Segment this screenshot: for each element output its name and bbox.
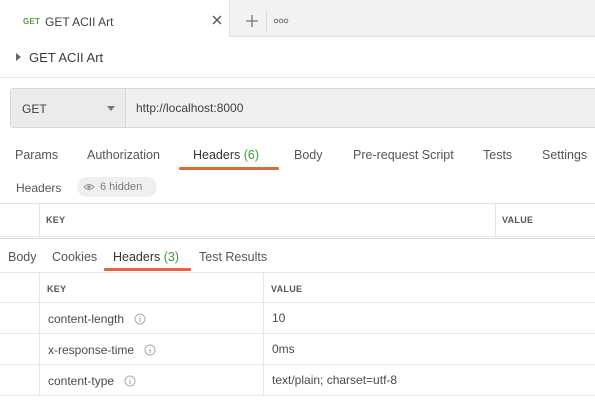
select-cell bbox=[0, 365, 40, 395]
response-panel: Body Cookies Headers (3) Test Results KE… bbox=[0, 238, 595, 400]
ellipsis-icon[interactable] bbox=[270, 10, 292, 32]
url-bar: GET bbox=[10, 88, 595, 128]
tab-authorization[interactable]: Authorization bbox=[87, 148, 160, 162]
tab-tests[interactable]: Tests bbox=[483, 148, 512, 162]
chevron-down-icon bbox=[107, 106, 115, 111]
select-cell bbox=[0, 303, 40, 333]
active-tab-indicator bbox=[179, 167, 279, 170]
table-select-column bbox=[0, 204, 40, 236]
method-select-value: GET bbox=[22, 102, 47, 116]
value-cell: 0ms bbox=[264, 334, 595, 364]
key-header: KEY bbox=[46, 215, 66, 225]
key-header: KEY bbox=[47, 284, 67, 294]
eye-icon bbox=[83, 184, 95, 190]
key-cell: content-length bbox=[40, 303, 264, 333]
value-column-header: VALUE bbox=[496, 204, 595, 236]
value-header-cell: VALUE bbox=[264, 273, 595, 303]
tab-method-badge: GET bbox=[23, 17, 41, 26]
tab-divider bbox=[266, 10, 267, 32]
hidden-headers-toggle[interactable]: 6 hidden bbox=[77, 177, 157, 197]
table-header-row: KEY VALUE bbox=[0, 272, 595, 303]
response-tab-test-results[interactable]: Test Results bbox=[199, 250, 267, 264]
value-cell: 10 bbox=[264, 303, 595, 333]
headers-title: Headers bbox=[16, 181, 62, 195]
tab-headers[interactable]: Headers (6) bbox=[193, 148, 259, 162]
select-cell bbox=[0, 334, 40, 364]
value-header: VALUE bbox=[271, 284, 303, 294]
response-tabs: Body Cookies Headers (3) Test Results bbox=[0, 247, 595, 273]
table-row: content-length 10 bbox=[0, 303, 595, 334]
value-header: VALUE bbox=[502, 215, 534, 225]
tab-title: GET ACII Art bbox=[45, 15, 114, 29]
request-name[interactable]: GET ACII Art bbox=[29, 50, 103, 65]
key-header-cell: KEY bbox=[40, 273, 264, 303]
tab-pre-request-script[interactable]: Pre-request Script bbox=[353, 148, 454, 162]
info-icon[interactable] bbox=[144, 344, 156, 356]
response-tab-body[interactable]: Body bbox=[8, 250, 37, 264]
headers-count: (6) bbox=[243, 148, 260, 162]
table-row: content-type text/plain; charset=utf-8 bbox=[0, 365, 595, 396]
tab-body[interactable]: Body bbox=[294, 148, 323, 162]
key-cell: x-response-time bbox=[40, 334, 264, 364]
caret-right-icon[interactable] bbox=[16, 53, 21, 61]
request-name-bar: GET ACII Art bbox=[0, 38, 595, 78]
request-tab[interactable]: GET GET ACII Art bbox=[0, 0, 230, 37]
select-cell bbox=[0, 273, 40, 303]
request-headers-table: KEY VALUE bbox=[0, 203, 595, 237]
response-headers-count: (3) bbox=[163, 250, 180, 264]
hidden-count-label: 6 hidden bbox=[100, 181, 143, 193]
info-icon[interactable] bbox=[124, 375, 136, 387]
close-icon[interactable] bbox=[211, 14, 223, 26]
key-cell: content-type bbox=[40, 365, 264, 395]
header-key: content-length bbox=[48, 311, 146, 326]
request-tab-strip: GET GET ACII Art bbox=[0, 0, 595, 37]
response-tab-cookies[interactable]: Cookies bbox=[52, 250, 97, 264]
tab-settings[interactable]: Settings bbox=[542, 148, 587, 162]
value-cell: text/plain; charset=utf-8 bbox=[264, 365, 595, 395]
header-value: 10 bbox=[272, 311, 286, 325]
header-key: x-response-time bbox=[48, 342, 156, 357]
headers-subbar: Headers 6 hidden bbox=[0, 176, 595, 200]
response-tab-headers[interactable]: Headers (3) bbox=[113, 250, 179, 264]
tab-params[interactable]: Params bbox=[15, 148, 58, 162]
request-tabs: Params Authorization Headers (6) Body Pr… bbox=[0, 145, 595, 171]
method-select[interactable]: GET bbox=[11, 89, 126, 127]
key-column-header: KEY bbox=[40, 204, 496, 236]
table-row: x-response-time 0ms bbox=[0, 334, 595, 365]
response-active-tab-indicator bbox=[104, 268, 191, 271]
header-value: text/plain; charset=utf-8 bbox=[272, 373, 398, 387]
header-value: 0ms bbox=[272, 342, 295, 356]
url-input[interactable] bbox=[127, 89, 595, 127]
info-icon[interactable] bbox=[134, 313, 146, 325]
plus-icon[interactable] bbox=[241, 10, 263, 32]
header-key: content-type bbox=[48, 373, 136, 388]
